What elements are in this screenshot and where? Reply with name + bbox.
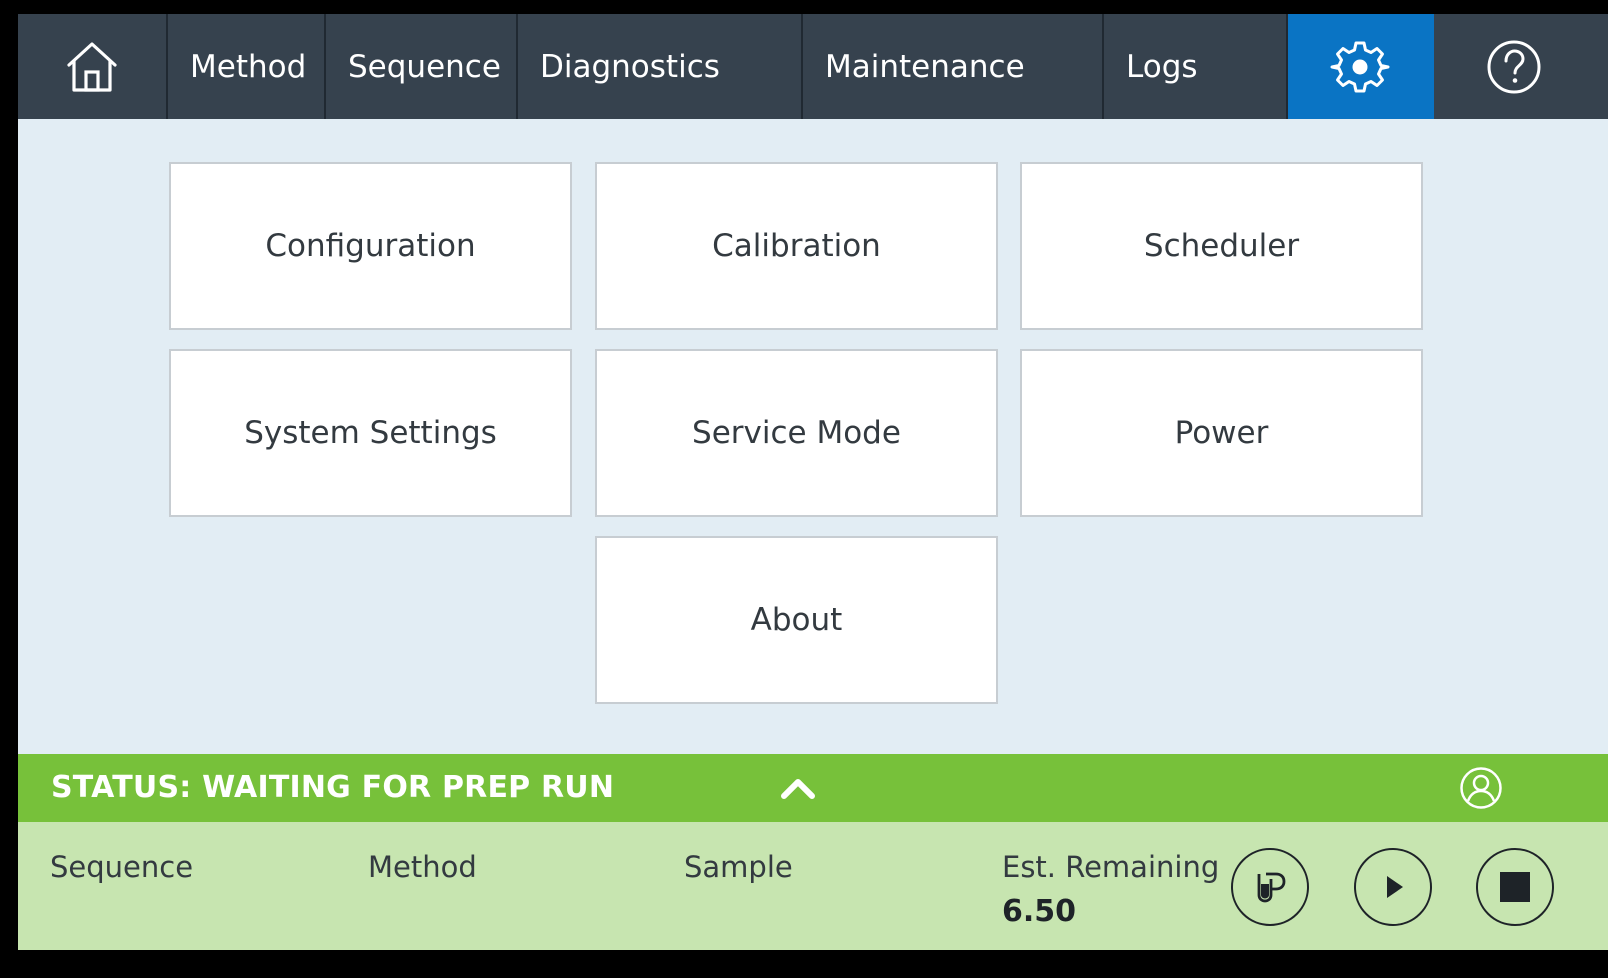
tab-maintenance[interactable]: Maintenance — [803, 14, 1104, 119]
app-window: Method Sequence Diagnostics Maintenance … — [18, 14, 1608, 950]
service-mode-tile[interactable]: Service Mode — [595, 349, 998, 517]
home-icon — [67, 41, 117, 92]
power-tile[interactable]: Power — [1020, 349, 1423, 517]
calibration-tile-label: Calibration — [712, 228, 881, 264]
system-settings-tile[interactable]: System Settings — [169, 349, 572, 517]
top-nav: Method Sequence Diagnostics Maintenance … — [18, 14, 1608, 119]
scheduler-tile[interactable]: Scheduler — [1020, 162, 1423, 330]
tab-sequence[interactable]: Sequence — [326, 14, 518, 119]
configuration-tile-label: Configuration — [265, 228, 476, 264]
scheduler-tile-label: Scheduler — [1143, 228, 1300, 264]
est-remaining-value: 6.50 — [1002, 894, 1077, 929]
user-icon — [1460, 767, 1502, 809]
tab-logs-label: Logs — [1126, 48, 1198, 85]
about-tile-label: About — [750, 602, 843, 638]
status-bar: STATUS: WAITING FOR PREP RUN — [18, 754, 1608, 822]
configuration-tile[interactable]: Configuration — [169, 162, 572, 330]
est-remaining-label: Est. Remaining — [1002, 850, 1220, 884]
tab-sequence-label: Sequence — [348, 48, 501, 85]
method-label: Method — [368, 850, 477, 884]
tab-diagnostics[interactable]: Diagnostics — [518, 14, 803, 119]
chevron-up-icon — [781, 779, 815, 799]
help-button[interactable] — [1434, 14, 1594, 119]
service-mode-tile-label: Service Mode — [692, 415, 901, 451]
sample-label: Sample — [684, 850, 793, 884]
tab-method-label: Method — [190, 48, 307, 85]
prep-icon — [1257, 872, 1286, 903]
tab-method[interactable]: Method — [168, 14, 326, 119]
expand-status-button[interactable] — [778, 770, 818, 806]
gear-icon — [1330, 41, 1390, 92]
system-settings-tile-label: System Settings — [244, 415, 497, 451]
sequence-label: Sequence — [50, 850, 194, 884]
stop-button[interactable] — [1476, 848, 1554, 926]
calibration-tile[interactable]: Calibration — [595, 162, 998, 330]
status-text: STATUS: WAITING FOR PREP RUN — [51, 770, 615, 805]
user-button[interactable] — [1459, 766, 1503, 810]
tab-maintenance-label: Maintenance — [825, 48, 1025, 85]
nav-home[interactable] — [18, 14, 168, 119]
play-button[interactable] — [1354, 848, 1432, 926]
tab-diagnostics-label: Diagnostics — [540, 48, 720, 85]
prep-button[interactable] — [1231, 848, 1309, 926]
about-tile[interactable]: About — [595, 536, 998, 704]
tab-logs[interactable]: Logs — [1104, 14, 1288, 119]
stop-icon — [1500, 872, 1530, 902]
run-info-panel: Sequence Method Sample Est. Remaining 6.… — [18, 822, 1608, 950]
tab-settings[interactable] — [1288, 14, 1434, 119]
help-icon — [1487, 40, 1541, 93]
play-icon — [1387, 876, 1403, 898]
power-tile-label: Power — [1174, 415, 1269, 451]
